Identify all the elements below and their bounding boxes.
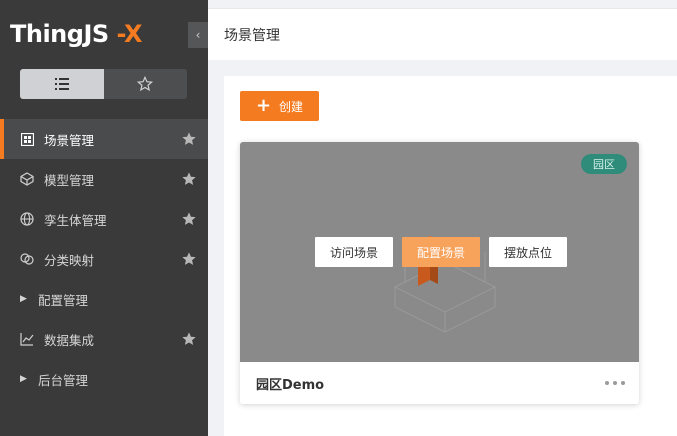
scene-card[interactable]: 园区 访问场景 配置场景 摆放点位 园区Demo xyxy=(240,142,639,404)
main-content: + 创建 园区 访问场景 配置场景 摆放点位 园区Demo xyxy=(224,76,677,436)
sidebar-item-backend-management[interactable]: ▶ 后台管理 xyxy=(0,359,208,399)
star-icon[interactable] xyxy=(181,171,197,187)
sidebar-item-label: 分类映射 xyxy=(44,252,95,268)
sidebar-item-category-mapping[interactable]: 分类映射 xyxy=(0,239,208,279)
plus-icon: + xyxy=(255,95,272,116)
scene-name: 园区Demo xyxy=(256,378,325,393)
card-actions: 访问场景 配置场景 摆放点位 xyxy=(315,237,568,267)
scene-thumbnail: 园区 访问场景 配置场景 摆放点位 xyxy=(240,142,639,362)
favorites-tab[interactable] xyxy=(103,69,187,99)
star-icon[interactable] xyxy=(181,331,197,347)
sidebar-item-label: 数据集成 xyxy=(44,332,95,348)
scene-icon xyxy=(20,132,34,146)
chart-icon xyxy=(20,332,34,346)
sidebar-item-label: 后台管理 xyxy=(38,372,89,388)
list-icon xyxy=(54,78,69,90)
sidebar-item-label: 配置管理 xyxy=(38,292,89,308)
scene-type-badge: 园区 xyxy=(581,154,627,174)
star-icon[interactable] xyxy=(181,251,197,267)
sidebar-item-model-management[interactable]: 模型管理 xyxy=(0,159,208,199)
sidebar-view-toggle xyxy=(20,69,187,99)
sidebar-menu: 场景管理 模型管理 孪生体管理 分类映射 ▶ 配置管理 数据集成 ▶ 后台管理 xyxy=(0,119,208,399)
app-logo[interactable]: ThingJS -X xyxy=(10,20,143,54)
more-options-icon[interactable] xyxy=(605,376,625,390)
card-footer: 园区Demo xyxy=(240,362,639,404)
globe-icon xyxy=(20,212,34,226)
sidebar-item-config-management[interactable]: ▶ 配置管理 xyxy=(0,279,208,319)
list-view-tab[interactable] xyxy=(20,69,104,99)
star-icon[interactable] xyxy=(181,211,197,227)
page-header: 场景管理 xyxy=(208,8,677,60)
collapse-sidebar-button[interactable]: ‹ xyxy=(188,22,208,48)
create-button-label: 创建 xyxy=(279,99,304,114)
caret-right-icon: ▶ xyxy=(20,294,27,304)
caret-right-icon: ▶ xyxy=(20,374,27,384)
model-icon xyxy=(20,172,34,186)
sidebar-item-scene-management[interactable]: 场景管理 xyxy=(0,119,208,159)
configure-scene-button[interactable]: 配置场景 xyxy=(402,237,481,267)
star-outline-icon xyxy=(137,76,154,92)
sidebar-item-twin-management[interactable]: 孪生体管理 xyxy=(0,199,208,239)
sidebar-item-label: 孪生体管理 xyxy=(44,212,107,228)
create-button[interactable]: + 创建 xyxy=(240,91,319,121)
place-points-button[interactable]: 摆放点位 xyxy=(489,237,568,267)
sidebar-item-data-integration[interactable]: 数据集成 xyxy=(0,319,208,359)
sidebar-item-label: 场景管理 xyxy=(44,132,95,148)
visit-scene-button[interactable]: 访问场景 xyxy=(315,237,394,267)
sidebar: ThingJS -X ‹ 场景管理 模型管理 孪生体管理 分类映射 ▶ 配置管理… xyxy=(0,0,208,436)
star-icon[interactable] xyxy=(181,131,197,147)
mapping-icon xyxy=(20,252,34,266)
page-title: 场景管理 xyxy=(224,28,280,44)
sidebar-item-label: 模型管理 xyxy=(44,172,95,188)
chevron-left-icon: ‹ xyxy=(195,28,201,42)
